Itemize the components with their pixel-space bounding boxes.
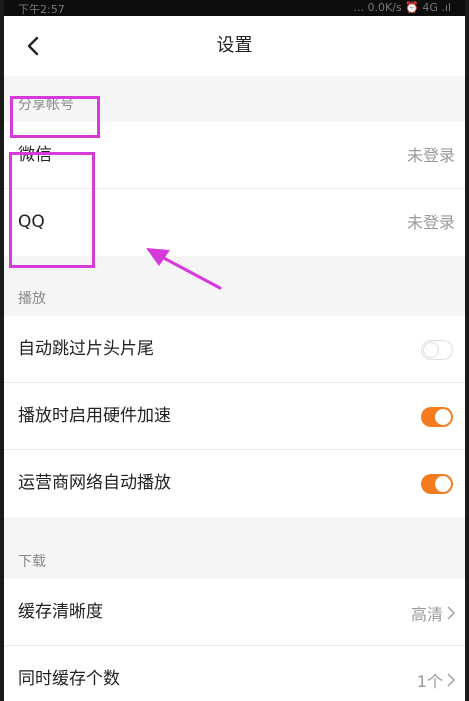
chevron-right-icon [447, 605, 455, 620]
row-wechat[interactable]: 微信 未登录 [4, 122, 465, 189]
row-label: 运营商网络自动播放 [18, 473, 171, 493]
row-concurrent-cache[interactable]: 同时缓存个数 1个 [4, 646, 465, 701]
settings-screen: 下午2:57 ... 0.0K/s ⏰ 4G .ıl 设置 分享帐号 微信 未登… [4, 0, 465, 701]
row-label: 同时缓存个数 [18, 669, 120, 689]
row-qq[interactable]: QQ 未登录 [4, 189, 465, 256]
row-label: QQ [18, 212, 45, 232]
toggle-knob [435, 476, 451, 492]
row-label: 微信 [18, 145, 52, 165]
row-value-wrap: 高清 [411, 579, 455, 646]
row-mobile-autoplay[interactable]: 运营商网络自动播放 [4, 450, 465, 517]
status-bar: 下午2:57 ... 0.0K/s ⏰ 4G .ıl [4, 0, 465, 16]
row-skip-intro[interactable]: 自动跳过片头片尾 [4, 316, 465, 383]
row-label: 自动跳过片头片尾 [18, 339, 154, 359]
toggle-skip-intro[interactable] [421, 340, 453, 360]
row-value: 未登录 [406, 213, 455, 232]
row-label: 播放时启用硬件加速 [18, 406, 171, 426]
row-value: 未登录 [406, 146, 455, 165]
toggle-knob [423, 342, 439, 358]
section-header-share: 分享帐号 [4, 76, 465, 122]
annotation-arrow [146, 248, 222, 290]
toggle-mobile-autoplay[interactable] [421, 474, 453, 494]
navbar: 设置 [4, 16, 465, 76]
page-title: 设置 [216, 35, 253, 56]
row-cache-quality[interactable]: 缓存清晰度 高清 [4, 579, 465, 646]
toggle-hardware-accel[interactable] [421, 407, 453, 427]
status-time: 下午2:57 [18, 3, 65, 16]
section-header-download: 下载 [4, 517, 465, 579]
row-label: 缓存清晰度 [18, 602, 103, 622]
row-value-wrap: 1个 [417, 646, 455, 701]
row-hardware-accel[interactable]: 播放时启用硬件加速 [4, 383, 465, 450]
section-title-playback: 播放 [18, 291, 46, 307]
row-value: 1个 [416, 671, 443, 691]
section-title-download: 下载 [18, 554, 46, 570]
toggle-knob [435, 409, 451, 425]
section-header-playback: 播放 [4, 256, 465, 316]
status-indicators: ... 0.0K/s ⏰ 4G .ıl [353, 1, 451, 14]
row-value: 高清 [410, 604, 443, 624]
section-title-share: 分享帐号 [18, 97, 74, 113]
chevron-right-icon [447, 672, 455, 687]
